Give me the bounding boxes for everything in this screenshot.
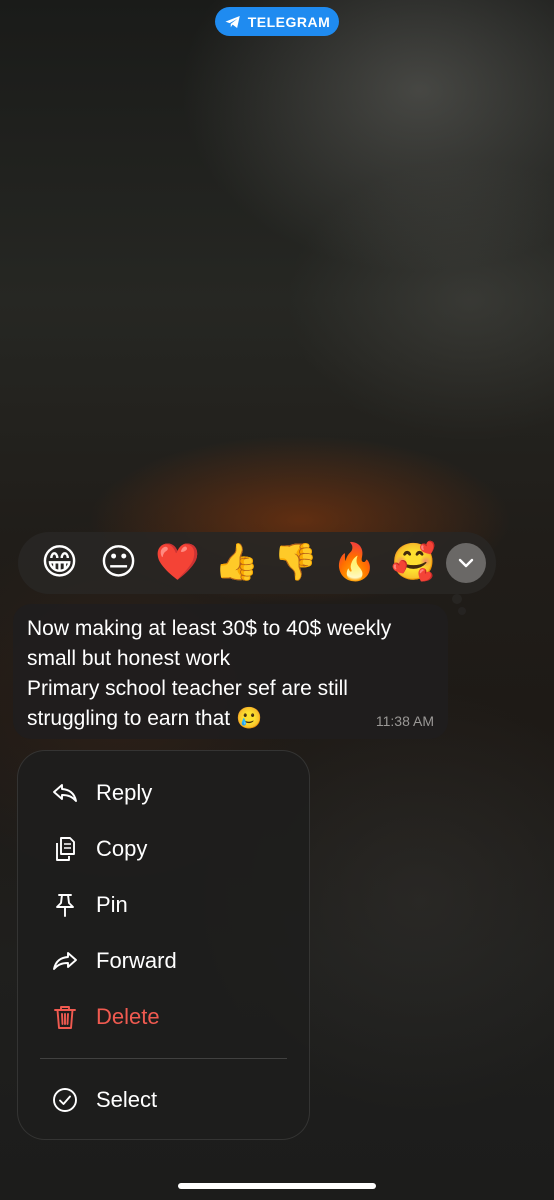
- message-line: small but honest work: [27, 647, 231, 670]
- message-timestamp: 11:38 AM: [375, 713, 434, 729]
- menu-item-delete[interactable]: Delete: [18, 992, 309, 1042]
- pin-icon: [50, 890, 80, 920]
- reaction-neutral-face[interactable]: 😐: [89, 532, 148, 594]
- reaction-bar: 😁 😐 ❤️ 👍 👎 🔥 🥰: [18, 532, 496, 594]
- menu-item-pin[interactable]: Pin: [18, 880, 309, 930]
- expand-reactions-button[interactable]: [446, 543, 486, 583]
- reaction-thumbs-up[interactable]: 👍: [207, 532, 266, 594]
- message-line: Primary school teacher sef are still: [27, 677, 348, 700]
- message-line: struggling to earn that 🥲: [27, 707, 263, 730]
- copy-icon: [50, 834, 80, 864]
- reaction-thumbs-down[interactable]: 👎: [266, 532, 325, 594]
- checkmark-circle-icon: [50, 1085, 80, 1115]
- menu-item-label: Delete: [96, 1004, 160, 1029]
- reaction-bar-tail-small: [458, 607, 466, 615]
- message-line: Now making at least 30$ to 40$ weekly: [27, 617, 392, 640]
- trash-icon: [50, 1002, 80, 1032]
- reaction-fire[interactable]: 🔥: [325, 532, 384, 594]
- menu-item-label: Select: [96, 1087, 158, 1112]
- menu-item-label: Copy: [96, 836, 148, 861]
- menu-item-forward[interactable]: Forward: [18, 936, 309, 986]
- reaction-red-heart[interactable]: ❤️: [148, 532, 207, 594]
- reaction-smiling-face-with-hearts[interactable]: 🥰: [384, 532, 443, 594]
- menu-item-label: Reply: [96, 780, 153, 805]
- menu-item-copy[interactable]: Copy: [18, 824, 309, 874]
- menu-divider: [40, 1058, 287, 1059]
- context-menu: Reply Copy Pin Forward Delete Select: [17, 750, 310, 1140]
- menu-item-select[interactable]: Select: [18, 1075, 309, 1125]
- chevron-down-icon: [458, 558, 474, 568]
- app-badge-label: TELEGRAM: [247, 13, 331, 30]
- paper-plane-icon: [225, 15, 240, 28]
- message-bubble[interactable]: Now making at least 30$ to 40$ weekly sm…: [13, 604, 448, 739]
- home-indicator[interactable]: [178, 1183, 376, 1189]
- reaction-bar-tail: [452, 594, 462, 604]
- menu-item-reply[interactable]: Reply: [18, 768, 309, 818]
- telegram-app-badge[interactable]: TELEGRAM: [215, 7, 339, 36]
- forward-icon: [50, 946, 80, 976]
- menu-item-label: Pin: [96, 892, 128, 917]
- reaction-grinning-face[interactable]: 😁: [30, 532, 89, 594]
- menu-item-label: Forward: [96, 948, 177, 973]
- reply-icon: [50, 778, 80, 808]
